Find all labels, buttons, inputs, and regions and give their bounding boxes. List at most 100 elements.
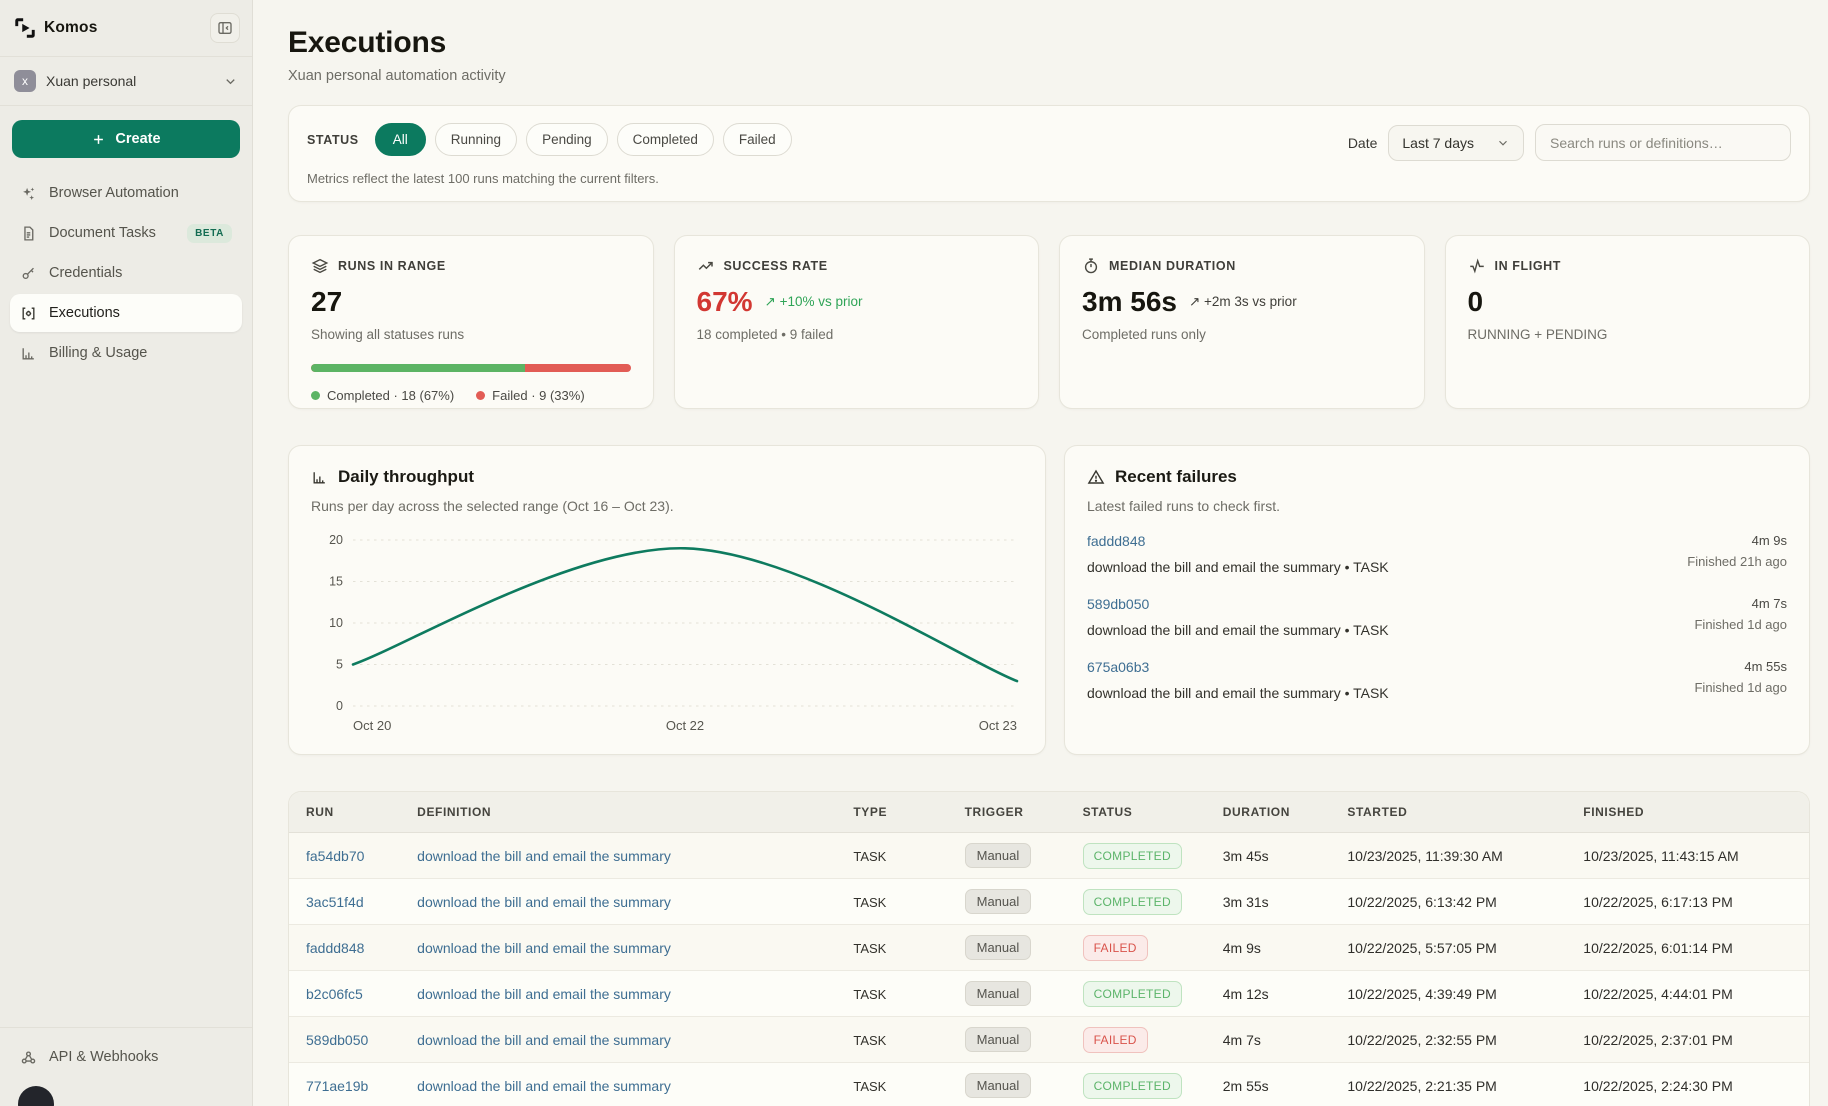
document-icon xyxy=(20,225,37,242)
metric-label: SUCCESS RATE xyxy=(724,259,828,273)
status-pills: All Running Pending Completed Failed xyxy=(375,123,792,156)
green-dot-icon xyxy=(311,391,320,400)
duration-value: 3m 45s xyxy=(1223,848,1269,864)
run-type: TASK xyxy=(853,1033,886,1048)
trigger-chip: Manual xyxy=(965,889,1032,914)
failure-definition: download the bill and email the summary … xyxy=(1087,622,1389,638)
metric-value: 67% xyxy=(697,286,753,318)
definition-link[interactable]: download the bill and email the summary xyxy=(417,986,671,1002)
run-id-link[interactable]: fa54db70 xyxy=(306,848,364,864)
cell-type: TASK xyxy=(845,833,956,879)
filter-bar: STATUS AllRunningPendingCompletedFailed … xyxy=(288,105,1810,202)
cell-status: COMPLETED xyxy=(1075,971,1215,1017)
cell-run: 589db050 xyxy=(289,1017,409,1063)
cell-run: faddd848 xyxy=(289,925,409,971)
run-type: TASK xyxy=(853,1079,886,1094)
metric-label: IN FLIGHT xyxy=(1495,259,1562,273)
workspace-avatar: x xyxy=(14,70,36,92)
status-pill-failed[interactable]: Failed xyxy=(723,123,792,156)
status-badge: COMPLETED xyxy=(1083,981,1182,1007)
definition-link[interactable]: download the bill and email the summary xyxy=(417,1078,671,1094)
cell-definition: download the bill and email the summary xyxy=(409,879,845,925)
svg-text:20: 20 xyxy=(329,533,343,547)
sidebar-item-credentials[interactable]: Credentials xyxy=(10,254,242,292)
sparkles-icon xyxy=(20,185,37,202)
cell-trigger: Manual xyxy=(957,925,1075,971)
metric-delta: ↗ +2m 3s vs prior xyxy=(1189,294,1297,310)
create-button[interactable]: Create xyxy=(12,120,240,158)
status-pill-running[interactable]: Running xyxy=(435,123,517,156)
trigger-chip: Manual xyxy=(965,843,1032,868)
completed-legend: Completed · 18 (67%) xyxy=(311,388,454,403)
cell-type: TASK xyxy=(845,1017,956,1063)
status-pill-all[interactable]: All xyxy=(375,123,426,156)
finished-value: 10/22/2025, 2:24:30 PM xyxy=(1583,1078,1732,1094)
user-avatar[interactable] xyxy=(18,1086,54,1106)
table-header-row: RUNDEFINITIONTYPETRIGGERSTATUSDURATIONST… xyxy=(289,792,1809,833)
definition-link[interactable]: download the bill and email the summary xyxy=(417,1032,671,1048)
metric-subtitle: 18 completed • 9 failed xyxy=(697,327,1017,342)
duration-value: 2m 55s xyxy=(1223,1078,1269,1094)
run-id-link[interactable]: 771ae19b xyxy=(306,1078,368,1094)
finished-value: 10/22/2025, 4:44:01 PM xyxy=(1583,986,1732,1002)
failure-finished: Finished 1d ago xyxy=(1694,680,1787,695)
cell-status: FAILED xyxy=(1075,925,1215,971)
beta-badge: BETA xyxy=(187,224,232,243)
sidebar-collapse-button[interactable] xyxy=(210,13,240,43)
duration-value: 4m 7s xyxy=(1223,1032,1261,1048)
status-pill-pending[interactable]: Pending xyxy=(526,123,608,156)
finished-value: 10/22/2025, 2:37:01 PM xyxy=(1583,1032,1732,1048)
cell-run: 3ac51f4d xyxy=(289,879,409,925)
throughput-line-chart: 05101520Oct 20Oct 22Oct 23 xyxy=(311,526,1023,743)
bar-chart-icon xyxy=(311,469,328,486)
sidebar-item-api-webhooks[interactable]: API & Webhooks xyxy=(10,1038,242,1076)
column-header-trigger: TRIGGER xyxy=(957,792,1075,833)
cell-started: 10/23/2025, 11:39:30 AM xyxy=(1339,833,1575,879)
sidebar-item-browser-automation[interactable]: Browser Automation xyxy=(10,174,242,212)
definition-link[interactable]: download the bill and email the summary xyxy=(417,940,671,956)
status-pill-completed[interactable]: Completed xyxy=(617,123,714,156)
panel-collapse-icon xyxy=(217,20,233,36)
failure-item: 675a06b3download the bill and email the … xyxy=(1087,648,1787,711)
svg-text:Oct 20: Oct 20 xyxy=(353,718,391,733)
cell-trigger: Manual xyxy=(957,833,1075,879)
sidebar-item-billing-usage[interactable]: Billing & Usage xyxy=(10,334,242,372)
activity-icon xyxy=(1468,257,1486,275)
search-input[interactable] xyxy=(1535,124,1791,161)
started-value: 10/22/2025, 2:21:35 PM xyxy=(1347,1078,1496,1094)
cell-status: COMPLETED xyxy=(1075,879,1215,925)
metric-card-runs-in-range: RUNS IN RANGE 27 Showing all statuses ru… xyxy=(288,235,654,409)
status-badge: COMPLETED xyxy=(1083,889,1182,915)
finished-value: 10/22/2025, 6:17:13 PM xyxy=(1583,894,1732,910)
svg-text:5: 5 xyxy=(336,658,343,672)
run-id-link[interactable]: faddd848 xyxy=(306,940,364,956)
sidebar-item-executions[interactable]: Executions xyxy=(10,294,242,332)
run-id-link[interactable]: 3ac51f4d xyxy=(306,894,364,910)
metric-delta: ↗ +10% vs prior xyxy=(765,294,863,310)
date-range-select[interactable]: Last 7 days xyxy=(1388,125,1524,161)
metric-value: 0 xyxy=(1468,286,1484,318)
failure-run-link[interactable]: 589db050 xyxy=(1087,596,1389,612)
sidebar-item-document-tasks[interactable]: Document TasksBETA xyxy=(10,214,242,252)
cell-run: fa54db70 xyxy=(289,833,409,879)
run-type: TASK xyxy=(853,987,886,1002)
cell-run: b2c06fc5 xyxy=(289,971,409,1017)
definition-link[interactable]: download the bill and email the summary xyxy=(417,894,671,910)
webhook-icon xyxy=(20,1049,37,1066)
bar-chart-icon xyxy=(20,345,37,362)
runs-table-card: RUNDEFINITIONTYPETRIGGERSTATUSDURATIONST… xyxy=(288,791,1810,1106)
workspace-selector[interactable]: x Xuan personal xyxy=(0,57,252,105)
cell-definition: download the bill and email the summary xyxy=(409,1017,845,1063)
sidebar-nav: Browser Automation Document TasksBETACred… xyxy=(0,168,252,378)
definition-link[interactable]: download the bill and email the summary xyxy=(417,848,671,864)
svg-text:10: 10 xyxy=(329,616,343,630)
failure-run-link[interactable]: 675a06b3 xyxy=(1087,659,1389,675)
run-id-link[interactable]: b2c06fc5 xyxy=(306,986,363,1002)
failure-run-link[interactable]: faddd848 xyxy=(1087,533,1389,549)
sidebar-item-label: Browser Automation xyxy=(49,185,179,201)
brand-name: Komos xyxy=(44,19,98,37)
column-header-run: RUN xyxy=(289,792,409,833)
cell-finished: 10/23/2025, 11:43:15 AM xyxy=(1575,833,1809,879)
status-filter-label: STATUS xyxy=(307,133,359,147)
run-id-link[interactable]: 589db050 xyxy=(306,1032,368,1048)
